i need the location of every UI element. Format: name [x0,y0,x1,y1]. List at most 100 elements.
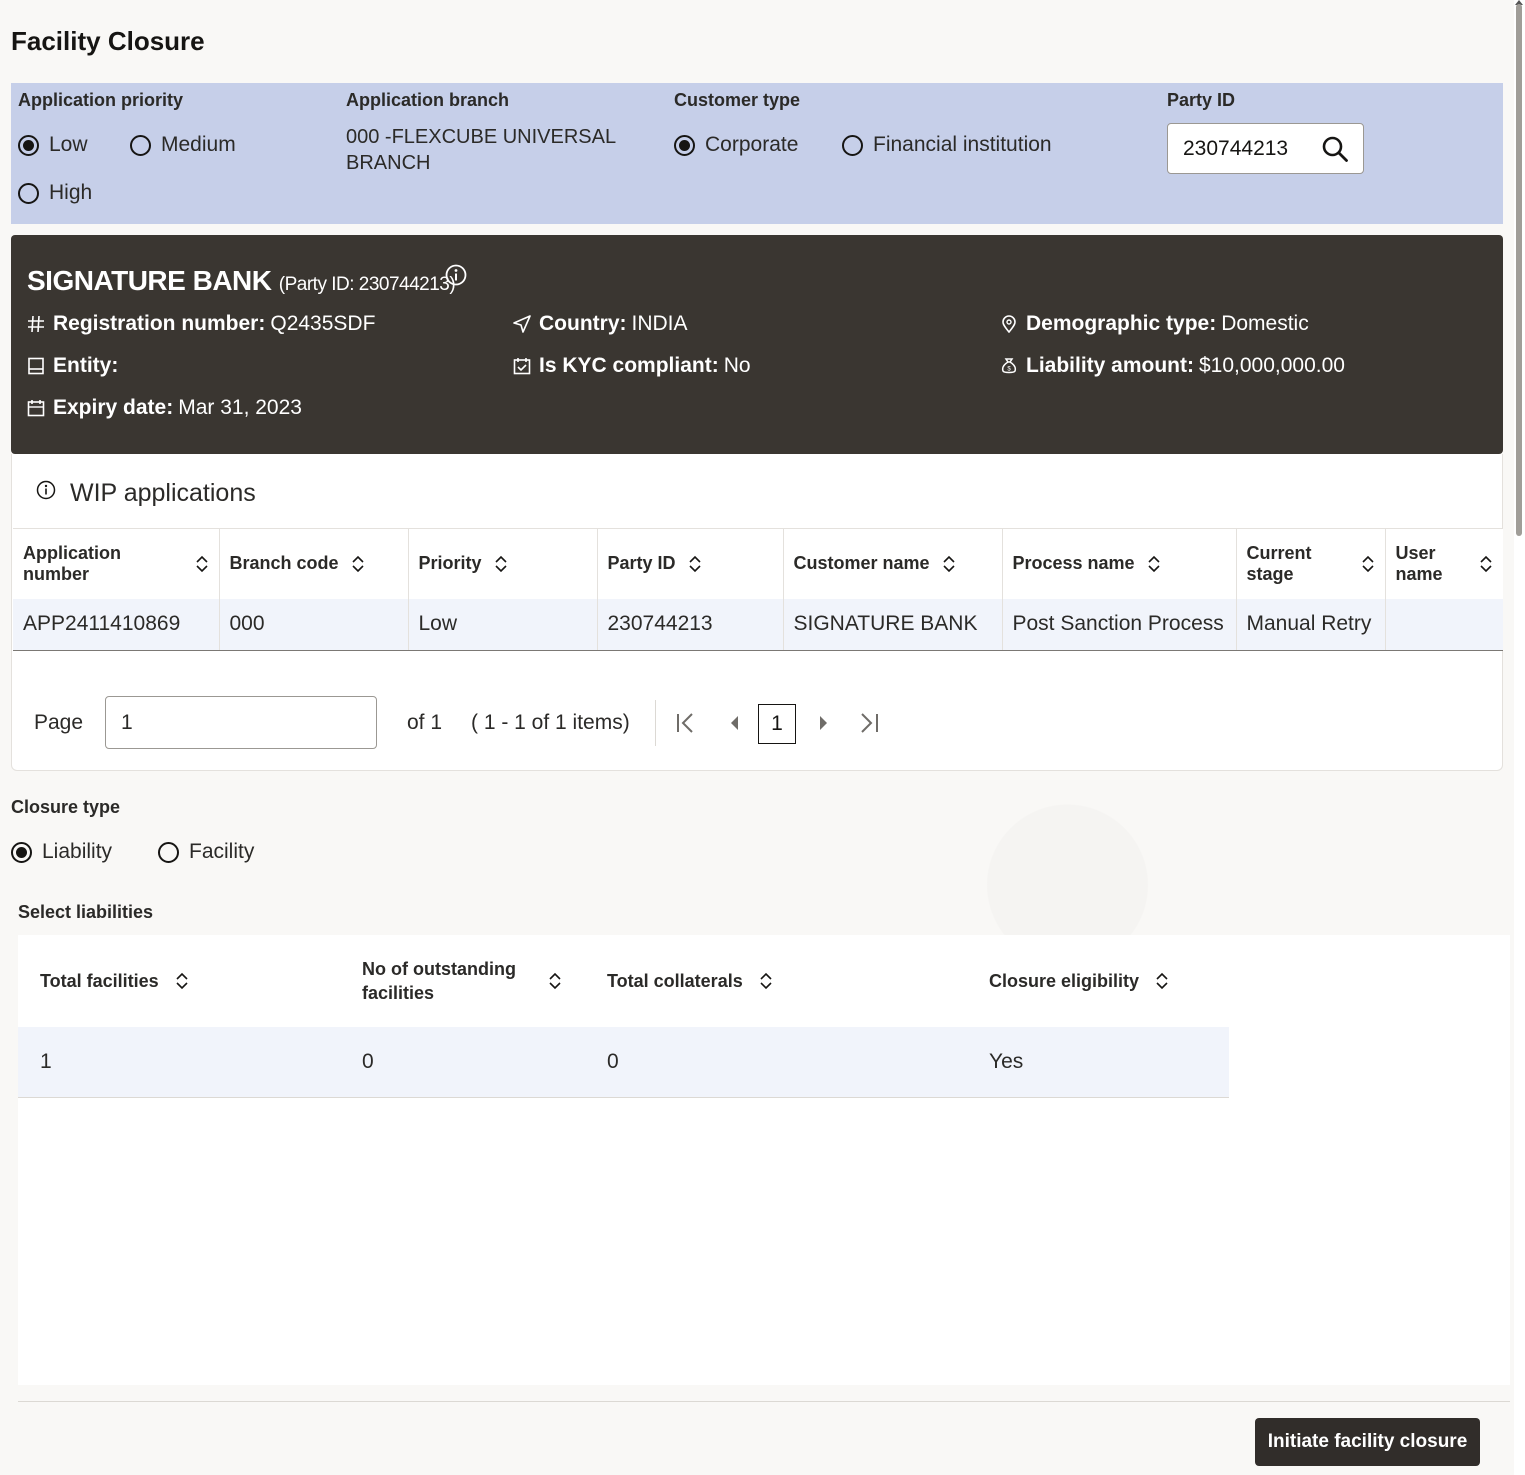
table-row[interactable]: 1 0 0 Yes [18,1027,1229,1098]
initiate-facility-closure-button[interactable]: Initiate facility closure [1255,1418,1480,1466]
liabilities-section: Total facilities No of outstanding facil… [18,935,1510,1385]
radio-label: Financial institution [873,133,1052,156]
radio-unselected-icon [18,182,39,204]
customer-type-radio-corporate[interactable]: Corporate [674,133,798,157]
column-header-user-name[interactable]: User name [1385,528,1503,599]
column-header-total-collaterals[interactable]: Total collaterals [585,935,967,1027]
column-header-party-id[interactable]: Party ID [597,528,784,599]
sort-icon[interactable] [175,972,189,990]
sort-icon[interactable] [494,555,508,573]
current-page-button[interactable]: 1 [758,704,796,744]
radio-label: Facility [189,840,255,863]
sort-icon[interactable] [548,972,562,990]
column-header-branch-code[interactable]: Branch code [219,528,409,599]
cell-user-name [1385,598,1503,651]
country-value: INDIA [631,312,688,335]
priority-radio-medium[interactable]: Medium [130,133,236,157]
column-header-priority[interactable]: Priority [408,528,598,599]
pager-divider [655,700,656,746]
info-icon[interactable] [36,480,56,500]
radio-unselected-icon [130,134,151,156]
table-header-row: Total facilities No of outstanding facil… [18,935,1229,1027]
calendar-icon [27,400,45,417]
table-header-row: Application number Branch code Priority … [13,528,1503,599]
first-page-icon[interactable] [674,710,698,736]
closure-radio-facility[interactable]: Facility [158,840,254,864]
closure-type-label: Closure type [11,797,121,817]
column-header-application-number[interactable]: Application number [13,528,220,599]
column-header-customer-name[interactable]: Customer name [783,528,1003,599]
entity-icon [28,357,44,375]
sort-icon[interactable] [351,555,365,573]
closure-radio-liability[interactable]: Liability [11,840,112,864]
next-page-icon[interactable] [810,710,834,736]
cell-branch-code: 000 [219,598,409,651]
facility-closure-page: Facility Closure Application priority Lo… [0,0,1525,1475]
priority-label: Application priority [18,90,184,110]
sort-icon[interactable] [195,555,209,573]
branch-value: 000 -FLEXCUBE UNIVERSAL BRANCH [346,126,616,174]
sort-icon[interactable] [1479,555,1493,573]
liabilities-table: Total facilities No of outstanding facil… [18,935,1229,1098]
entity-label: Entity: [53,354,119,377]
page-number-input[interactable] [105,696,377,749]
page-of-text: of 1 [407,711,443,734]
scrollbar-thumb[interactable] [1516,4,1522,536]
radio-label: Low [49,133,88,156]
column-label: Branch code [229,553,339,574]
sort-icon[interactable] [1155,972,1169,990]
sort-icon[interactable] [688,555,702,573]
column-label: No of outstanding facilities [362,959,516,1003]
kyc-field: Is KYC compliant: No [513,354,751,378]
column-label: Total facilities [40,970,159,991]
country-field: Country: INDIA [513,312,688,336]
cell-customer-name: SIGNATURE BANK [783,598,1003,651]
party-id-label: Party ID [1167,90,1236,110]
vertical-scrollbar[interactable] [1514,0,1525,1475]
party-id-input[interactable]: 230744213 [1167,123,1364,174]
priority-radio-high[interactable]: High [18,181,92,205]
radio-label: High [49,181,93,204]
customer-type-label: Customer type [674,90,801,110]
info-icon[interactable] [445,264,467,286]
branch-label: Application branch [346,90,510,110]
expiry-label: Expiry date: [53,396,174,419]
column-header-process-name[interactable]: Process name [1002,528,1237,599]
kyc-label: Is KYC compliant: [539,354,719,377]
table-row[interactable]: APP2411410869 000 Low 230744213 SIGNATUR… [13,598,1503,651]
cell-total-collaterals: 0 [585,1027,967,1098]
priority-radio-low[interactable]: Low [18,133,88,157]
column-label: Process name [1012,553,1135,574]
column-header-total-facilities[interactable]: Total facilities [18,935,340,1027]
customer-type-radio-financial-institution[interactable]: Financial institution [842,133,1052,157]
search-icon[interactable] [1321,135,1349,163]
previous-page-icon[interactable] [724,710,748,736]
registration-field: Registration number: Q2435SDF [27,312,375,336]
last-page-icon[interactable] [857,710,881,736]
demographic-value: Domestic [1221,312,1309,335]
sort-icon[interactable] [942,555,956,573]
select-liabilities-label: Select liabilities [18,902,154,922]
page-title: Facility Closure [11,26,205,56]
expiry-value: Mar 31, 2023 [178,396,302,419]
radio-unselected-icon [158,841,179,863]
column-label: Party ID [607,553,676,574]
sort-icon[interactable] [1147,555,1161,573]
entity-field: Entity: [27,354,123,378]
radio-label: Medium [161,133,236,156]
page-label: Page [34,711,84,734]
party-id-subtext: (Party ID: 230744213) [278,274,456,295]
cell-outstanding-facilities: 0 [340,1027,585,1098]
column-label: Total collaterals [607,970,743,991]
sort-icon[interactable] [759,972,773,990]
pagination: Page of 1 ( 1 - 1 of 1 items) 1 [12,696,1502,750]
column-header-current-stage[interactable]: Current stage [1236,528,1386,599]
sort-icon[interactable] [1361,555,1375,573]
radio-unselected-icon [842,134,863,156]
column-label: Closure eligibility [989,970,1140,991]
cell-process-name: Post Sanction Process [1002,598,1237,651]
liability-field: $ Liability amount: $10,000,000.00 [1000,354,1345,378]
column-header-closure-eligibility[interactable]: Closure eligibility [967,935,1229,1027]
column-header-outstanding-facilities[interactable]: No of outstanding facilities [340,935,585,1027]
cell-total-facilities: 1 [18,1027,340,1098]
